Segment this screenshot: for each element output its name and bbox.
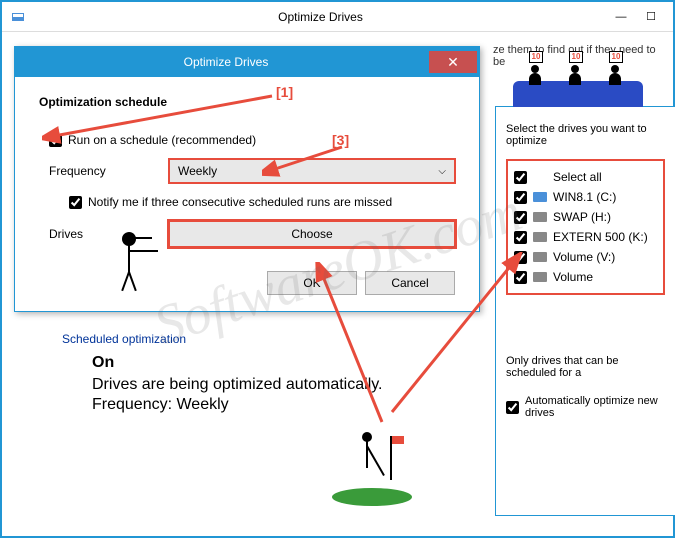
notify-row: Notify me if three consecutive scheduled… — [69, 195, 455, 209]
drive-row: WIN8.1 (C:) — [512, 187, 659, 207]
maximize-button[interactable]: ☐ — [637, 7, 665, 27]
drive-checkbox[interactable] — [514, 251, 527, 264]
drive-checkbox[interactable] — [514, 191, 527, 204]
schedule-dialog-title: Optimize Drives — [23, 55, 429, 69]
drive-label: WIN8.1 (C:) — [553, 190, 616, 204]
drive-row: Volume — [512, 267, 659, 287]
select-all-row: Select all — [512, 167, 659, 187]
drive-checkbox[interactable] — [514, 271, 527, 284]
frequency-label: Frequency — [49, 164, 169, 178]
drive-row: SWAP (H:) — [512, 207, 659, 227]
chevron-down-icon: ⌵ — [438, 166, 446, 177]
select-all-label: Select all — [553, 170, 602, 184]
drive-label: EXTERN 500 (K:) — [553, 230, 648, 244]
drives-list: Select all WIN8.1 (C:) SWAP (H:) EXTERN … — [506, 159, 665, 295]
cancel-button[interactable]: Cancel — [365, 271, 455, 295]
select-all-checkbox[interactable] — [514, 171, 527, 184]
cartoon-pointing-illustration — [92, 232, 152, 302]
ok-button[interactable]: OK — [267, 271, 357, 295]
choose-button[interactable]: Choose — [169, 221, 455, 247]
drive-label: Volume (V:) — [553, 250, 615, 264]
schedule-titlebar: Optimize Drives ✕ — [15, 47, 479, 77]
run-schedule-label: Run on a schedule (recommended) — [68, 133, 256, 147]
frequency-row: Frequency Weekly ⌵ — [39, 159, 455, 183]
frequency-value: Weekly — [178, 164, 217, 178]
notify-checkbox[interactable] — [69, 196, 82, 209]
cartoon-judges-illustration: 10 10 10 — [513, 57, 643, 107]
drive-checkbox[interactable] — [514, 231, 527, 244]
drive-row: EXTERN 500 (K:) — [512, 227, 659, 247]
schedule-body: Optimization schedule Run on a schedule … — [15, 77, 479, 311]
main-window-title: Optimize Drives — [34, 10, 607, 24]
drive-icon — [533, 272, 547, 282]
app-icon — [10, 9, 26, 25]
auto-optimize-label: Automatically optimize new drives — [525, 395, 665, 419]
drives-note: Only drives that can be scheduled for a — [506, 355, 665, 379]
auto-optimize-row: Automatically optimize new drives — [506, 395, 665, 419]
close-button[interactable]: ✕ — [429, 51, 477, 73]
drives-heading: Select the drives you want to optimize — [506, 123, 665, 147]
drive-icon — [533, 252, 547, 262]
schedule-heading: Optimization schedule — [39, 95, 455, 109]
main-titlebar: Optimize Drives — ☐ — [2, 2, 673, 32]
run-schedule-row: Run on a schedule (recommended) — [49, 133, 455, 147]
drive-icon — [533, 192, 547, 202]
drive-row: Volume (V:) — [512, 247, 659, 267]
notify-label: Notify me if three consecutive scheduled… — [88, 195, 392, 209]
drive-icon — [533, 212, 547, 222]
drive-checkbox[interactable] — [514, 211, 527, 224]
schedule-dialog: Optimize Drives ✕ Optimization schedule … — [14, 46, 480, 312]
drives-selection-dialog: Select the drives you want to optimize S… — [495, 106, 675, 516]
cartoon-golfer-illustration — [332, 426, 412, 506]
window-controls: — ☐ — [607, 7, 665, 27]
auto-optimize-checkbox[interactable] — [506, 401, 519, 414]
drive-label: Volume — [553, 270, 593, 284]
drive-label: SWAP (H:) — [553, 210, 611, 224]
run-schedule-checkbox[interactable] — [49, 134, 62, 147]
frequency-dropdown[interactable]: Weekly ⌵ — [169, 159, 455, 183]
minimize-button[interactable]: — — [607, 7, 635, 27]
drive-icon — [533, 232, 547, 242]
